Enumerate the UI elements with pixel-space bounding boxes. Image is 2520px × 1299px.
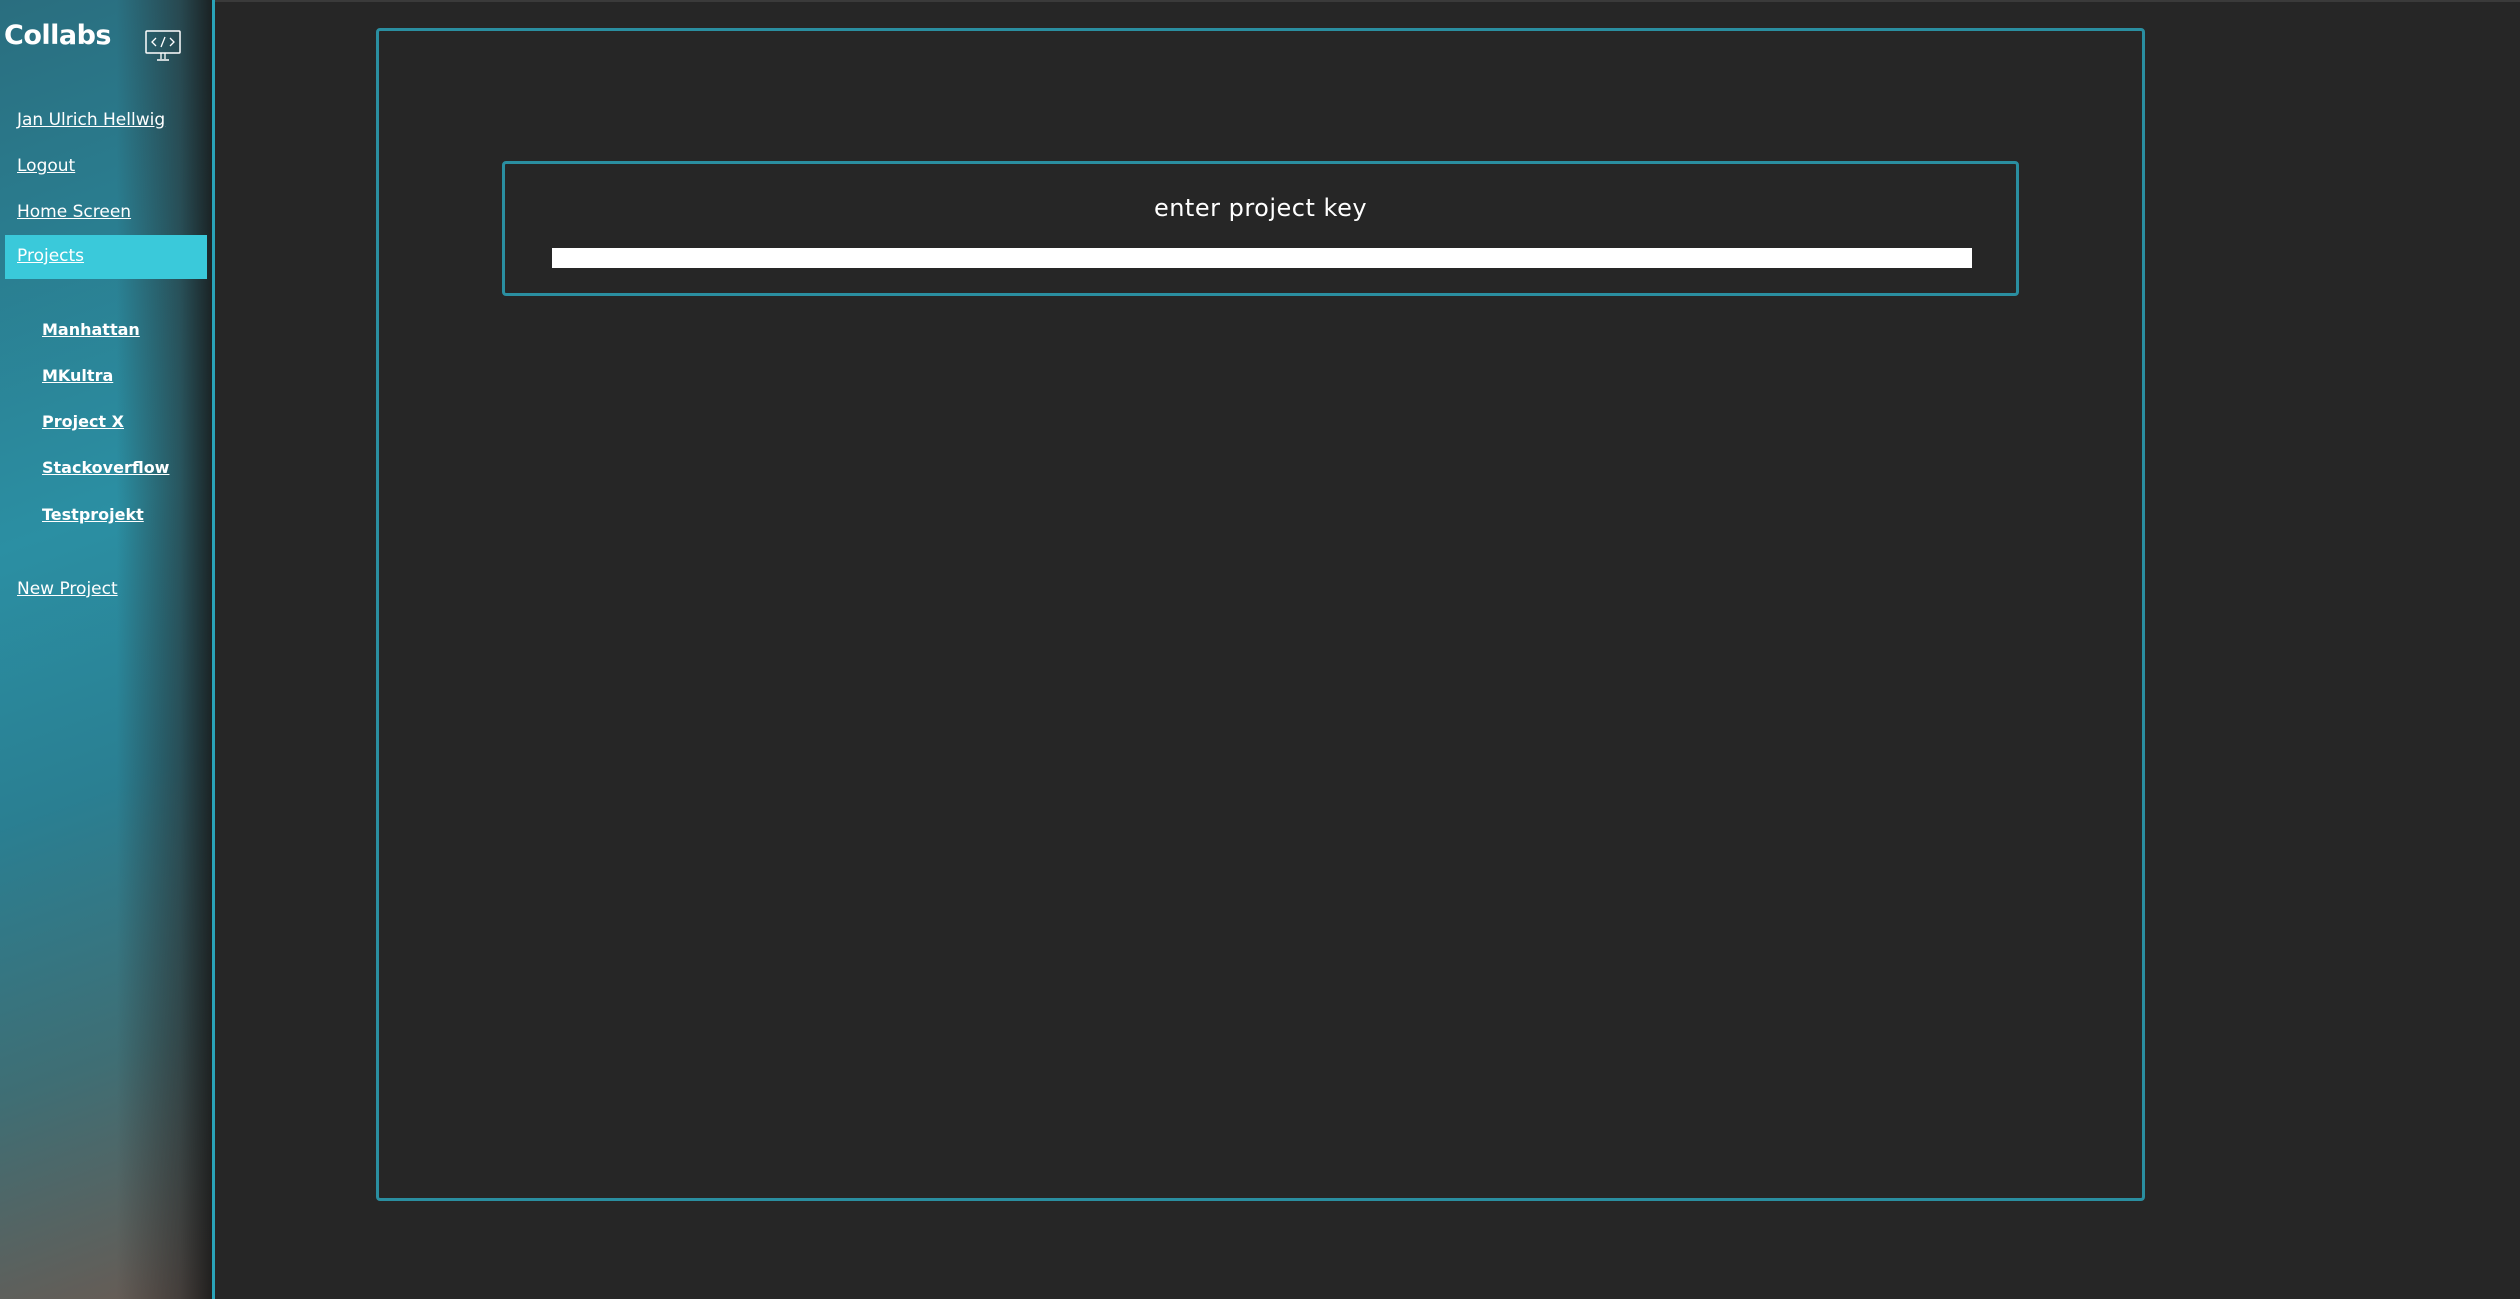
logout-link[interactable]: Logout [17, 156, 75, 176]
user-profile-link[interactable]: Jan Ulrich Hellwig [17, 110, 165, 130]
project-key-title: enter project key [1153, 194, 1368, 222]
brand-title: Collabs [4, 20, 112, 51]
project-link-mkultra[interactable]: MKultra [42, 366, 113, 385]
sidebar: Collabs Jan Ulrich Hellwig Logout Home S… [0, 0, 215, 1299]
code-monitor-icon [145, 30, 181, 61]
projects-nav-item[interactable]: Projects [5, 235, 207, 279]
project-link-stackoverflow[interactable]: Stackoverflow [42, 458, 169, 477]
new-project-link[interactable]: New Project [17, 579, 118, 599]
project-link-manhattan[interactable]: Manhattan [42, 320, 140, 339]
project-link-testprojekt[interactable]: Testprojekt [42, 505, 144, 524]
project-key-panel: enter project key [502, 161, 2019, 296]
project-link-project-x[interactable]: Project X [42, 412, 124, 431]
project-key-input[interactable] [552, 248, 1972, 268]
projects-link[interactable]: Projects [17, 246, 84, 266]
top-divider [0, 0, 2520, 2]
home-screen-link[interactable]: Home Screen [17, 202, 131, 222]
